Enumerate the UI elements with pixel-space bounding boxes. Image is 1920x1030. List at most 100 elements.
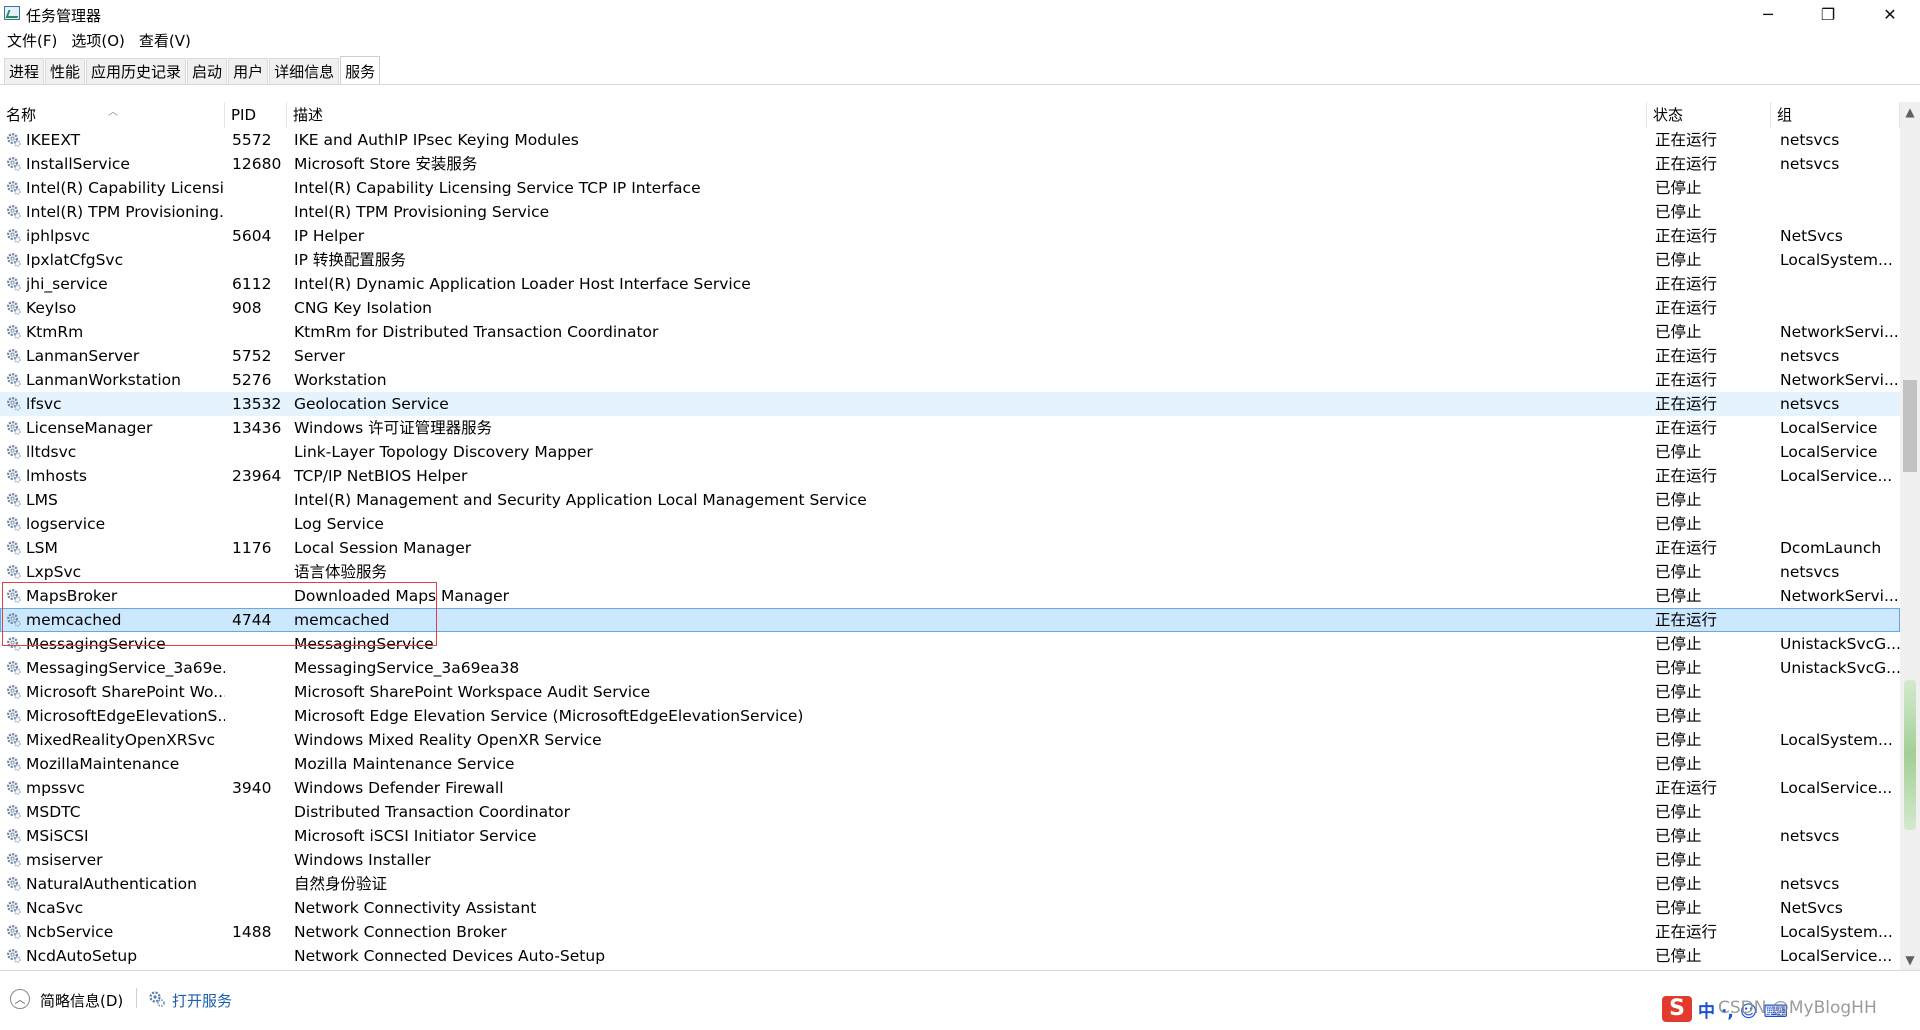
service-group: netsvcs xyxy=(1780,131,1840,149)
tab-users[interactable]: 用户 xyxy=(228,58,269,84)
table-row[interactable]: Microsoft SharePoint Wo... Microsoft Shar… xyxy=(0,680,1900,704)
table-row[interactable]: NaturalAuthentication 自然身份验证 已停止 netsvcs xyxy=(0,872,1900,896)
service-status: 已停止 xyxy=(1655,731,1702,749)
service-pid xyxy=(232,632,287,656)
service-status: 已停止 xyxy=(1655,587,1702,605)
table-row[interactable]: KeyIso 908 CNG Key Isolation 正在运行 xyxy=(0,296,1900,320)
service-status: 已停止 xyxy=(1655,755,1702,773)
table-row[interactable]: NcaSvc Network Connectivity Assistant 已停止 N… xyxy=(0,896,1900,920)
table-row[interactable]: MixedRealityOpenXRSvc Windows Mixed Reali… xyxy=(0,728,1900,752)
tab-processes[interactable]: 进程 xyxy=(4,58,45,84)
table-row[interactable]: jhi_service 6112 Intel(R) Dynamic Applicat… xyxy=(0,272,1900,296)
service-group xyxy=(1780,800,1900,824)
table-row[interactable]: IKEEXT 5572 IKE and AuthIP IPsec Keying Mo… xyxy=(0,128,1900,152)
service-description: Intel(R) Capability Licensing Service TC… xyxy=(294,179,701,197)
scrollbar-thumb[interactable] xyxy=(1903,380,1917,472)
service-group: netsvcs xyxy=(1780,155,1840,173)
column-header-status[interactable]: 状态 xyxy=(1647,102,1771,128)
service-pid xyxy=(232,704,287,728)
table-row[interactable]: MessagingService_3a69e... MessagingServic… xyxy=(0,656,1900,680)
table-row[interactable]: LanmanServer 5752 Server 正在运行 netsvcs xyxy=(0,344,1900,368)
service-pid: 13532 xyxy=(232,395,282,413)
service-pid: 5604 xyxy=(232,227,272,245)
open-services-link[interactable]: 打开服务 xyxy=(172,990,232,1011)
table-row[interactable]: mpssvc 3940 Windows Defender Firewall 正在运行 L… xyxy=(0,776,1900,800)
service-group xyxy=(1780,608,1900,632)
maximize-button[interactable]: ❐ xyxy=(1800,0,1856,28)
service-status: 正在运行 xyxy=(1655,131,1718,149)
column-header-group[interactable]: 组 xyxy=(1771,102,1900,128)
table-row[interactable]: LxpSvc 语言体验服务 已停止 netsvcs xyxy=(0,560,1900,584)
gear-icon xyxy=(6,204,21,219)
fewer-details-button[interactable]: 简略信息(D) xyxy=(40,990,123,1011)
table-row[interactable]: NcdAutoSetup Network Connected Devices Au… xyxy=(0,944,1900,968)
table-row[interactable]: lmhosts 23964 TCP/IP NetBIOS Helper 正在运行 Loc… xyxy=(0,464,1900,488)
table-row[interactable]: MicrosoftEdgeElevationS... Microsoft Edge… xyxy=(0,704,1900,728)
service-group: UnistackSvcG... xyxy=(1780,659,1900,677)
service-description: Distributed Transaction Coordinator xyxy=(294,803,571,821)
service-pid: 5752 xyxy=(232,347,272,365)
table-row[interactable]: msiserver Windows Installer 已停止 xyxy=(0,848,1900,872)
chevron-up-icon[interactable]: ︿ xyxy=(10,989,30,1009)
table-row[interactable]: logservice Log Service 已停止 xyxy=(0,512,1900,536)
tab-services[interactable]: 服务 xyxy=(340,56,381,85)
table-row[interactable]: MessagingService MessagingService 已停止 Unist… xyxy=(0,632,1900,656)
service-name: LanmanWorkstation xyxy=(26,371,181,389)
service-pid: 12680 xyxy=(232,155,282,173)
table-row[interactable]: LMS Intel(R) Management and Security Appl… xyxy=(0,488,1900,512)
gear-icon xyxy=(6,756,21,771)
menu-view[interactable]: 查看(V) xyxy=(132,30,198,52)
column-header-pid[interactable]: PID xyxy=(225,102,287,128)
service-status: 已停止 xyxy=(1655,203,1702,221)
tab-startup[interactable]: 启动 xyxy=(187,58,228,84)
service-name: lmhosts xyxy=(26,467,87,485)
menu-options[interactable]: 选项(O) xyxy=(64,30,132,52)
table-row[interactable]: IpxlatCfgSvc IP 转换配置服务 已停止 LocalSystem... xyxy=(0,248,1900,272)
column-header-description[interactable]: 描述 xyxy=(287,102,1647,128)
table-row[interactable]: lltdsvc Link-Layer Topology Discovery Map… xyxy=(0,440,1900,464)
service-status: 已停止 xyxy=(1655,323,1702,341)
gear-icon xyxy=(6,516,21,531)
table-row[interactable]: Intel(R) TPM Provisioning... Intel(R) TPM… xyxy=(0,200,1900,224)
table-row[interactable]: iphlpsvc 5604 IP Helper 正在运行 NetSvcs xyxy=(0,224,1900,248)
column-header-name[interactable]: 名称 ︿ xyxy=(0,102,225,128)
service-name: mpssvc xyxy=(26,779,85,797)
vertical-scrollbar[interactable]: ▲ ▼ xyxy=(1900,102,1920,970)
service-group: LocalSystem... xyxy=(1780,731,1893,749)
table-row[interactable]: MSDTC Distributed Transaction Coordinator… xyxy=(0,800,1900,824)
table-row[interactable]: LanmanWorkstation 5276 Workstation 正在运行 Netw… xyxy=(0,368,1900,392)
service-description: memcached xyxy=(294,611,390,629)
table-row[interactable]: LSM 1176 Local Session Manager 正在运行 DcomLaun… xyxy=(0,536,1900,560)
gear-icon xyxy=(6,852,21,867)
gear-icon xyxy=(6,180,21,195)
service-name: LMS xyxy=(26,491,58,509)
table-row[interactable]: KtmRm KtmRm for Distributed Transaction C… xyxy=(0,320,1900,344)
scroll-up-icon[interactable]: ▲ xyxy=(1900,102,1920,122)
service-pid xyxy=(232,440,287,464)
service-status: 已停止 xyxy=(1655,947,1702,965)
service-group: NetworkServi... xyxy=(1780,587,1899,605)
scrollbar-overlay xyxy=(1904,680,1916,830)
close-button[interactable]: ✕ xyxy=(1862,0,1918,28)
table-row[interactable]: NcbService 1488 Network Connection Broker 正… xyxy=(0,920,1900,944)
scroll-down-icon[interactable]: ▼ xyxy=(1900,950,1920,970)
service-group: netsvcs xyxy=(1780,827,1840,845)
tab-details[interactable]: 详细信息 xyxy=(269,58,340,84)
table-row[interactable]: lfsvc 13532 Geolocation Service 正在运行 netsvcs xyxy=(0,392,1900,416)
gear-icon xyxy=(6,540,21,555)
table-row[interactable]: MSiSCSI Microsoft iSCSI Initiator Service… xyxy=(0,824,1900,848)
table-row[interactable]: memcached 4744 memcached 正在运行 xyxy=(0,608,1900,632)
service-description: Network Connection Broker xyxy=(294,923,507,941)
tab-performance[interactable]: 性能 xyxy=(45,58,86,84)
table-row[interactable]: InstallService 12680 Microsoft Store 安装服务 正… xyxy=(0,152,1900,176)
table-row[interactable]: LicenseManager 13436 Windows 许可证管理器服务 正在运行 L… xyxy=(0,416,1900,440)
tab-app-history[interactable]: 应用历史记录 xyxy=(86,58,187,84)
menu-file[interactable]: 文件(F) xyxy=(0,30,64,52)
table-row[interactable]: MapsBroker Downloaded Maps Manager 已停止 Netw… xyxy=(0,584,1900,608)
service-group xyxy=(1780,176,1900,200)
table-row[interactable]: MozillaMaintenance Mozilla Maintenance Se… xyxy=(0,752,1900,776)
table-row[interactable]: Intel(R) Capability Licensi... Intel(R) C… xyxy=(0,176,1900,200)
service-name: Microsoft SharePoint Wo... xyxy=(26,683,225,701)
service-group: netsvcs xyxy=(1780,395,1840,413)
minimize-button[interactable]: ─ xyxy=(1740,0,1796,28)
